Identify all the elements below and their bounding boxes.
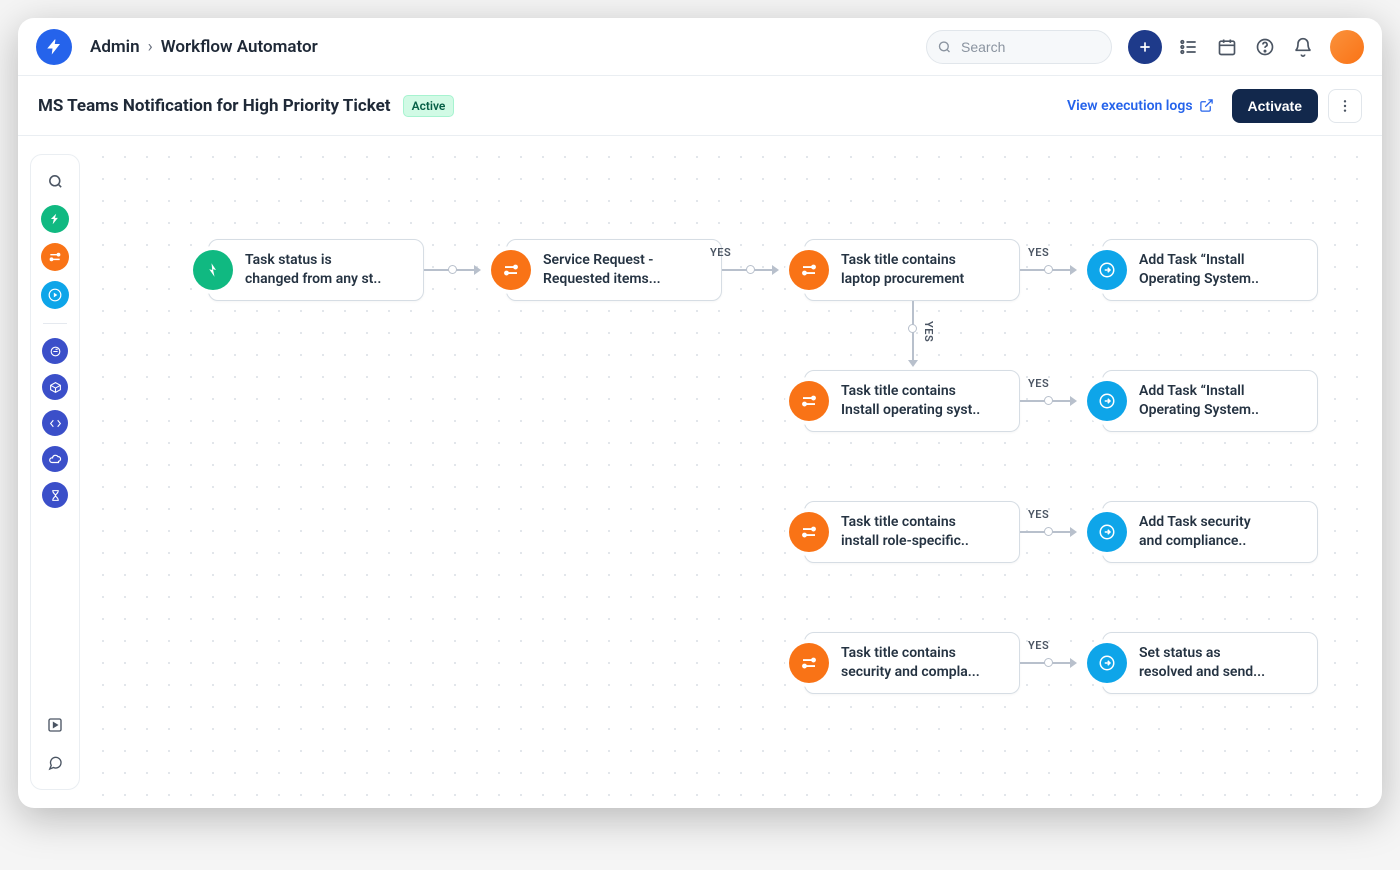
dots-vertical-icon: [1337, 98, 1353, 114]
yes-label: YES: [1028, 508, 1049, 521]
connector-dot: [1044, 658, 1053, 667]
node-label: Task title containslaptop procurement: [841, 251, 964, 289]
connector-dot: [1044, 527, 1053, 536]
arrow-down-icon: [908, 360, 918, 367]
connector-dot: [1044, 265, 1053, 274]
node-condition-4[interactable]: Task title containsinstall role-specific…: [804, 501, 1020, 563]
arrow-right-icon: [1070, 658, 1077, 668]
node-label: Add Task “InstallOperating System..: [1139, 251, 1259, 289]
condition-icon: [789, 643, 829, 683]
connector-dot: [908, 324, 917, 333]
top-bar: Admin › Workflow Automator: [18, 18, 1382, 76]
workflow-title: MS Teams Notification for High Priority …: [38, 96, 391, 116]
tool-cube[interactable]: [42, 374, 68, 400]
app-logo[interactable]: [36, 29, 72, 65]
arrow-right-icon: [1070, 527, 1077, 537]
calendar-icon[interactable]: [1216, 36, 1238, 58]
more-menu-button[interactable]: [1328, 89, 1362, 123]
top-actions: [1128, 30, 1364, 64]
yes-label: YES: [1028, 246, 1049, 259]
node-condition-3[interactable]: Task title containsInstall operating sys…: [804, 370, 1020, 432]
condition-icon: [491, 250, 531, 290]
node-action-2[interactable]: Add Task “InstallOperating System..: [1102, 370, 1318, 432]
tool-action[interactable]: [41, 281, 69, 309]
search-input[interactable]: [926, 30, 1112, 64]
search-field[interactable]: [926, 30, 1112, 64]
node-label: Add Task securityand compliance..: [1139, 513, 1251, 551]
user-avatar[interactable]: [1330, 30, 1364, 64]
node-label: Service Request -Requested items...: [543, 251, 661, 289]
arrow-right-icon: [772, 265, 779, 275]
tool-cloud[interactable]: [42, 446, 68, 472]
node-label: Task title containsinstall role-specific…: [841, 513, 969, 551]
node-label: Task title containssecurity and compla..…: [841, 644, 980, 682]
node-condition-5[interactable]: Task title containssecurity and compla..…: [804, 632, 1020, 694]
yes-label: YES: [1028, 639, 1049, 652]
node-label: Set status asresolved and send...: [1139, 644, 1265, 682]
node-action-4[interactable]: Set status asresolved and send...: [1102, 632, 1318, 694]
node-trigger[interactable]: Task status ischanged from any st..: [208, 239, 424, 301]
node-condition-2[interactable]: Task title containslaptop procurement: [804, 239, 1020, 301]
node-label: Task status ischanged from any st..: [245, 251, 381, 289]
connector-dot: [448, 265, 457, 274]
search-icon: [937, 39, 952, 54]
tool-timer[interactable]: [42, 482, 68, 508]
connector-dot: [746, 265, 755, 274]
condition-icon: [789, 512, 829, 552]
workflow-canvas[interactable]: Task status ischanged from any st.. Serv…: [92, 146, 1372, 798]
node-action-1[interactable]: Add Task “InstallOperating System..: [1102, 239, 1318, 301]
tool-form[interactable]: [42, 338, 68, 364]
yes-label: YES: [1028, 377, 1049, 390]
tool-palette: [30, 154, 80, 790]
node-label: Task title containsInstall operating sys…: [841, 382, 980, 420]
yes-label: YES: [710, 246, 731, 259]
tool-code[interactable]: [42, 410, 68, 436]
condition-icon: [789, 250, 829, 290]
add-button[interactable]: [1128, 30, 1162, 64]
palette-divider: [43, 323, 67, 324]
node-action-3[interactable]: Add Task securityand compliance..: [1102, 501, 1318, 563]
condition-icon: [789, 381, 829, 421]
trigger-icon: [193, 250, 233, 290]
tool-preview[interactable]: [41, 711, 69, 739]
tool-condition[interactable]: [41, 243, 69, 271]
arrow-right-icon: [1070, 265, 1077, 275]
external-link-icon: [1199, 98, 1214, 113]
chevron-right-icon: ›: [148, 37, 153, 57]
tool-comment[interactable]: [41, 749, 69, 777]
breadcrumb-current[interactable]: Workflow Automator: [161, 37, 318, 57]
node-label: Add Task “InstallOperating System..: [1139, 382, 1259, 420]
activate-button[interactable]: Activate: [1232, 89, 1318, 123]
breadcrumb-parent[interactable]: Admin: [90, 37, 140, 57]
status-badge: Active: [403, 95, 455, 117]
view-logs-link[interactable]: View execution logs: [1067, 98, 1214, 114]
bell-icon[interactable]: [1292, 36, 1314, 58]
node-condition-1[interactable]: Service Request -Requested items...: [506, 239, 722, 301]
connector-dot: [1044, 396, 1053, 405]
tool-search[interactable]: [41, 167, 69, 195]
breadcrumb: Admin › Workflow Automator: [90, 37, 318, 57]
list-icon[interactable]: [1178, 36, 1200, 58]
action-icon: [1087, 512, 1127, 552]
yes-label: YES: [922, 321, 935, 342]
arrow-right-icon: [474, 265, 481, 275]
help-icon[interactable]: [1254, 36, 1276, 58]
sub-header: MS Teams Notification for High Priority …: [18, 76, 1382, 136]
action-icon: [1087, 381, 1127, 421]
tool-trigger[interactable]: [41, 205, 69, 233]
arrow-right-icon: [1070, 396, 1077, 406]
view-logs-label: View execution logs: [1067, 98, 1193, 114]
workflow-canvas-area: Task status ischanged from any st.. Serv…: [18, 136, 1382, 808]
action-icon: [1087, 643, 1127, 683]
action-icon: [1087, 250, 1127, 290]
